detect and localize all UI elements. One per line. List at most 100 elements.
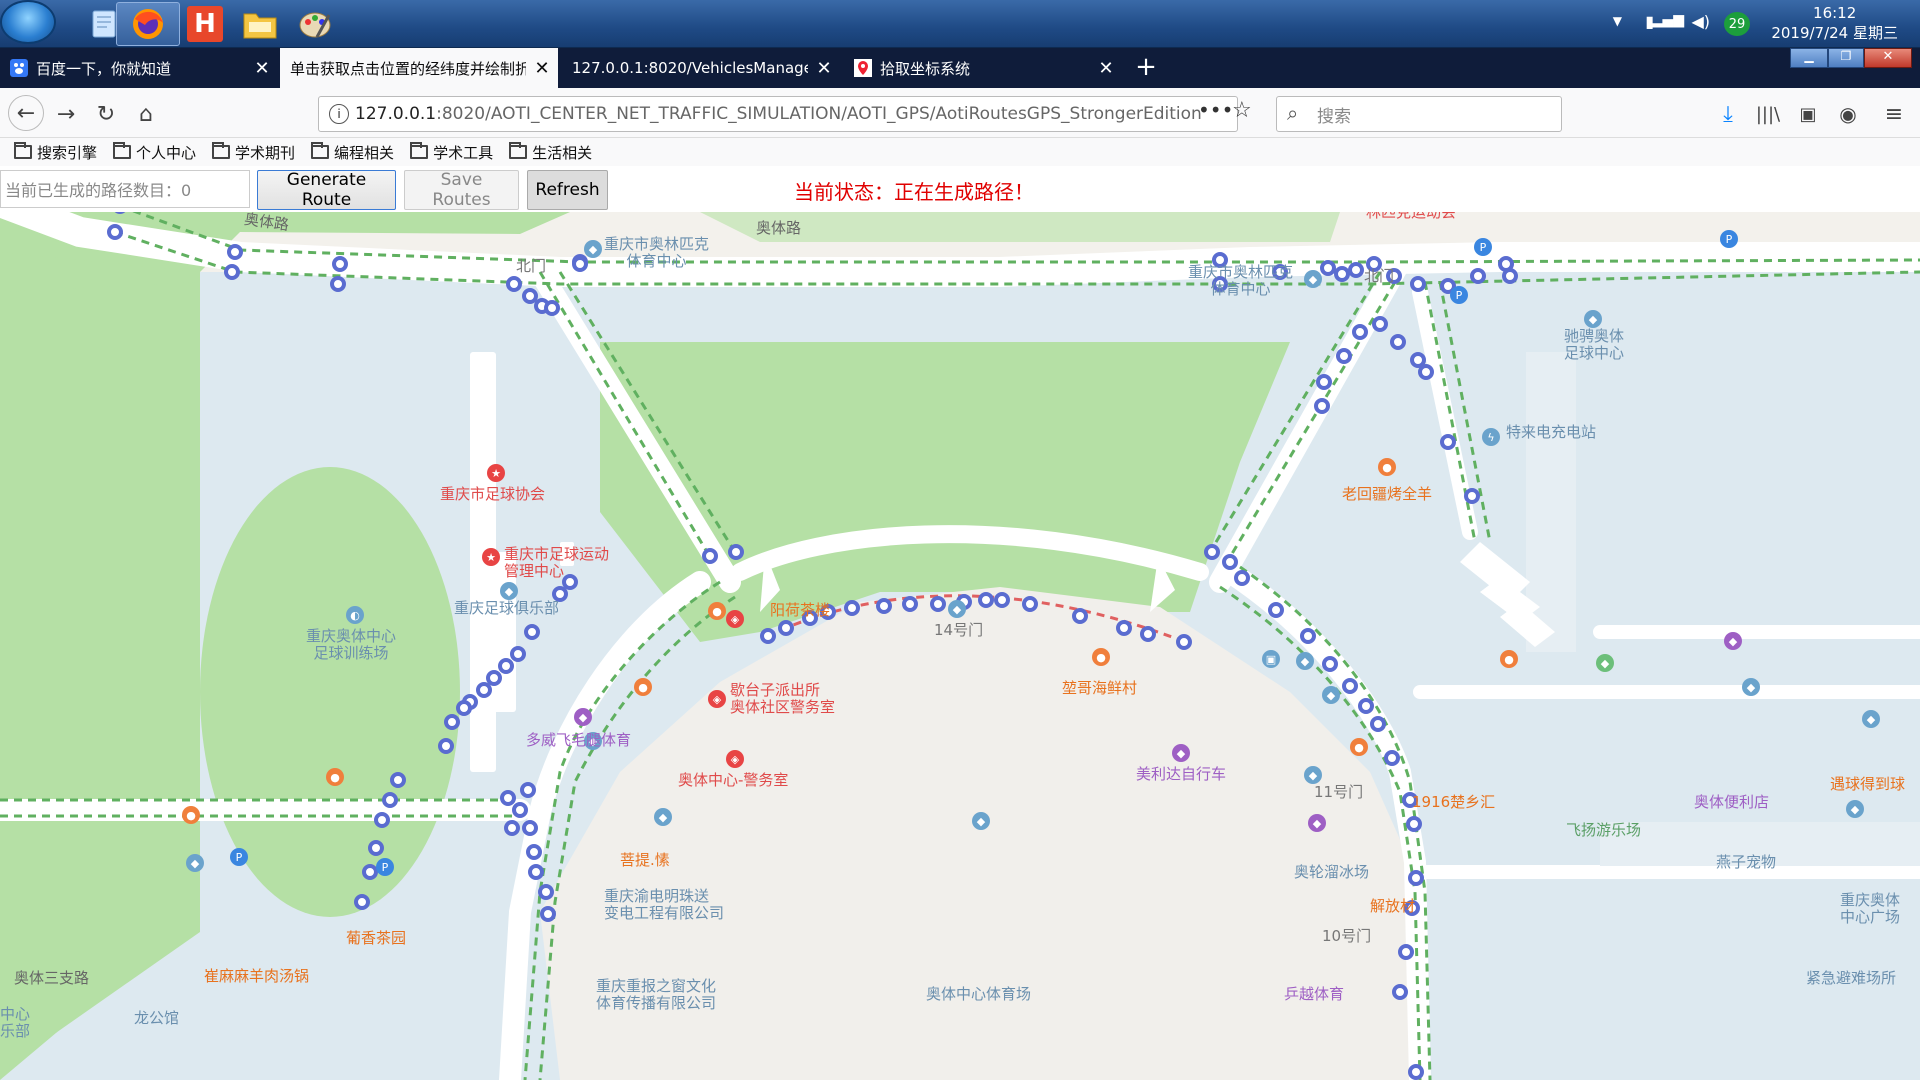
route-vertex-marker[interactable] bbox=[390, 772, 406, 788]
tab-baidu[interactable]: 百度一下，你就知道 ✕ bbox=[0, 48, 278, 88]
route-vertex-marker[interactable] bbox=[224, 264, 240, 280]
generate-route-button[interactable]: Generate Route bbox=[257, 170, 396, 210]
close-tab-icon[interactable]: ✕ bbox=[808, 58, 840, 79]
route-vertex-marker[interactable] bbox=[1390, 334, 1406, 350]
police-office-icon[interactable]: ◈ bbox=[726, 610, 744, 628]
route-vertex-marker[interactable] bbox=[1440, 434, 1456, 450]
parking-icon[interactable]: P bbox=[1720, 230, 1738, 248]
route-vertex-marker[interactable] bbox=[528, 864, 544, 880]
route-vertex-marker[interactable] bbox=[1300, 628, 1316, 644]
grape-tea-icon[interactable]: ● bbox=[326, 768, 344, 786]
close-tab-icon[interactable]: ✕ bbox=[1090, 58, 1122, 79]
close-tab-icon[interactable]: ✕ bbox=[526, 58, 558, 79]
route-vertex-marker[interactable] bbox=[444, 714, 460, 730]
route-vertex-marker[interactable] bbox=[1116, 620, 1132, 636]
route-vertex-marker[interactable] bbox=[354, 894, 370, 910]
club-icon[interactable]: ◆ bbox=[500, 582, 518, 600]
new-tab-button[interactable]: + bbox=[1130, 52, 1162, 84]
olympic-center-icon[interactable]: ◆ bbox=[1304, 270, 1322, 288]
route-vertex-marker[interactable] bbox=[1372, 316, 1388, 332]
file-explorer-icon[interactable] bbox=[228, 2, 292, 46]
route-vertex-marker[interactable] bbox=[930, 596, 946, 612]
parking-icon[interactable]: P bbox=[1474, 238, 1492, 256]
route-vertex-marker[interactable] bbox=[902, 596, 918, 612]
start-button[interactable] bbox=[0, 0, 56, 44]
route-vertex-marker[interactable] bbox=[1176, 634, 1192, 650]
route-vertex-marker[interactable] bbox=[1336, 348, 1352, 364]
police-station-icon[interactable]: ◈ bbox=[708, 690, 726, 708]
save-routes-button[interactable]: Save Routes bbox=[404, 170, 519, 210]
bookmark-folder-search[interactable]: 搜索引擎 bbox=[14, 142, 97, 163]
parking-icon[interactable]: P bbox=[1450, 286, 1468, 304]
playground-icon[interactable]: ◆ bbox=[1596, 654, 1614, 672]
close-tab-icon[interactable]: ✕ bbox=[246, 58, 278, 79]
convenience-store-icon[interactable]: ◆ bbox=[1724, 632, 1742, 650]
site-info-icon[interactable]: i bbox=[329, 104, 349, 124]
route-vertex-marker[interactable] bbox=[374, 812, 390, 828]
route-vertex-marker[interactable] bbox=[572, 256, 588, 272]
maximize-button[interactable]: ❐ bbox=[1828, 48, 1864, 68]
puti-icon[interactable]: ● bbox=[634, 678, 652, 696]
route-vertex-marker[interactable] bbox=[1222, 554, 1238, 570]
route-vertex-marker[interactable] bbox=[227, 244, 243, 260]
reload-icon[interactable]: ↻ bbox=[90, 98, 122, 130]
bookmark-star-icon[interactable]: ☆ bbox=[1232, 98, 1252, 123]
tray-expand-icon[interactable]: ▼ bbox=[1613, 14, 1622, 28]
laohui-icon[interactable]: ● bbox=[1378, 458, 1396, 476]
jiefang-icon[interactable]: ● bbox=[1350, 738, 1368, 756]
route-vertex-marker[interactable] bbox=[1352, 324, 1368, 340]
route-vertex-marker[interactable] bbox=[1398, 944, 1414, 960]
bookmark-folder-personal[interactable]: 个人中心 bbox=[113, 142, 196, 163]
home-icon[interactable]: ⌂ bbox=[130, 98, 162, 130]
shelter-icon[interactable]: ◆ bbox=[1846, 800, 1864, 818]
bookmark-folder-tools[interactable]: 学术工具 bbox=[410, 142, 493, 163]
route-count-field[interactable]: 当前已生成的路径数目：0 bbox=[0, 170, 250, 208]
route-vertex-marker[interactable] bbox=[382, 792, 398, 808]
route-vertex-marker[interactable] bbox=[438, 738, 454, 754]
route-vertex-marker[interactable] bbox=[1408, 1064, 1424, 1080]
bookmark-folder-programming[interactable]: 编程相关 bbox=[311, 142, 394, 163]
teahouse-icon[interactable]: ● bbox=[708, 602, 726, 620]
bookmark-folder-journals[interactable]: 学术期刊 bbox=[212, 142, 295, 163]
route-vertex-marker[interactable] bbox=[544, 300, 560, 316]
route-vertex-marker[interactable] bbox=[368, 840, 384, 856]
route-vertex-marker[interactable] bbox=[498, 658, 514, 674]
route-vertex-marker[interactable] bbox=[522, 820, 538, 836]
route-vertex-marker[interactable] bbox=[504, 820, 520, 836]
route-vertex-marker[interactable] bbox=[540, 906, 556, 922]
paint-icon[interactable] bbox=[284, 2, 348, 46]
route-vertex-marker[interactable] bbox=[1470, 268, 1486, 284]
route-vertex-marker[interactable] bbox=[1204, 544, 1220, 560]
page-actions-icon[interactable]: ••• bbox=[1198, 98, 1233, 122]
route-vertex-marker[interactable] bbox=[1410, 352, 1426, 368]
search-input[interactable]: ⌕ 搜索 bbox=[1276, 96, 1562, 132]
route-vertex-marker[interactable] bbox=[1408, 870, 1424, 886]
charging-icon[interactable]: ϟ bbox=[1482, 428, 1500, 446]
download-icon[interactable]: ⤓ bbox=[1712, 98, 1744, 130]
gate14-icon[interactable]: ◆ bbox=[948, 600, 966, 618]
forward-arrow-icon[interactable]: → bbox=[50, 98, 82, 130]
route-vertex-marker[interactable] bbox=[844, 600, 860, 616]
route-vertex-marker[interactable] bbox=[1464, 488, 1480, 504]
stadium-icon[interactable]: ◆ bbox=[972, 812, 990, 830]
route-vertex-marker[interactable] bbox=[1072, 608, 1088, 624]
url-bar[interactable]: i 127.0.0.1:8020/AOTI_CENTER_NET_TRAFFIC… bbox=[318, 96, 1238, 132]
training-field-icon[interactable]: ◐ bbox=[346, 606, 364, 624]
atm-icon[interactable]: ▣ bbox=[1262, 650, 1280, 668]
route-vertex-marker[interactable] bbox=[526, 844, 542, 860]
tab-vehicles-management[interactable]: 127.0.0.1:8020/VehiclesManagement ✕ bbox=[562, 48, 840, 88]
route-vertex-marker[interactable] bbox=[994, 592, 1010, 608]
police-room-icon[interactable]: ◈ bbox=[726, 750, 744, 768]
account-icon[interactable]: ◉ bbox=[1832, 98, 1864, 130]
route-vertex-marker[interactable] bbox=[1268, 602, 1284, 618]
parking-icon[interactable]: P bbox=[376, 858, 394, 876]
route-vertex-marker[interactable] bbox=[512, 802, 528, 818]
library-icon[interactable]: |||\ bbox=[1752, 98, 1784, 130]
badminton-icon[interactable]: ◆ bbox=[574, 708, 592, 726]
route-vertex-marker[interactable] bbox=[1342, 678, 1358, 694]
gate11-icon[interactable]: ◆ bbox=[1296, 652, 1314, 670]
football-management-icon[interactable]: ★ bbox=[482, 548, 500, 566]
tab-route-drawing[interactable]: 单击获取点击位置的经纬度并绘制折线 ✕ bbox=[280, 48, 558, 88]
route-vertex-marker[interactable] bbox=[500, 790, 516, 806]
square-icon[interactable]: ◆ bbox=[1862, 710, 1880, 728]
